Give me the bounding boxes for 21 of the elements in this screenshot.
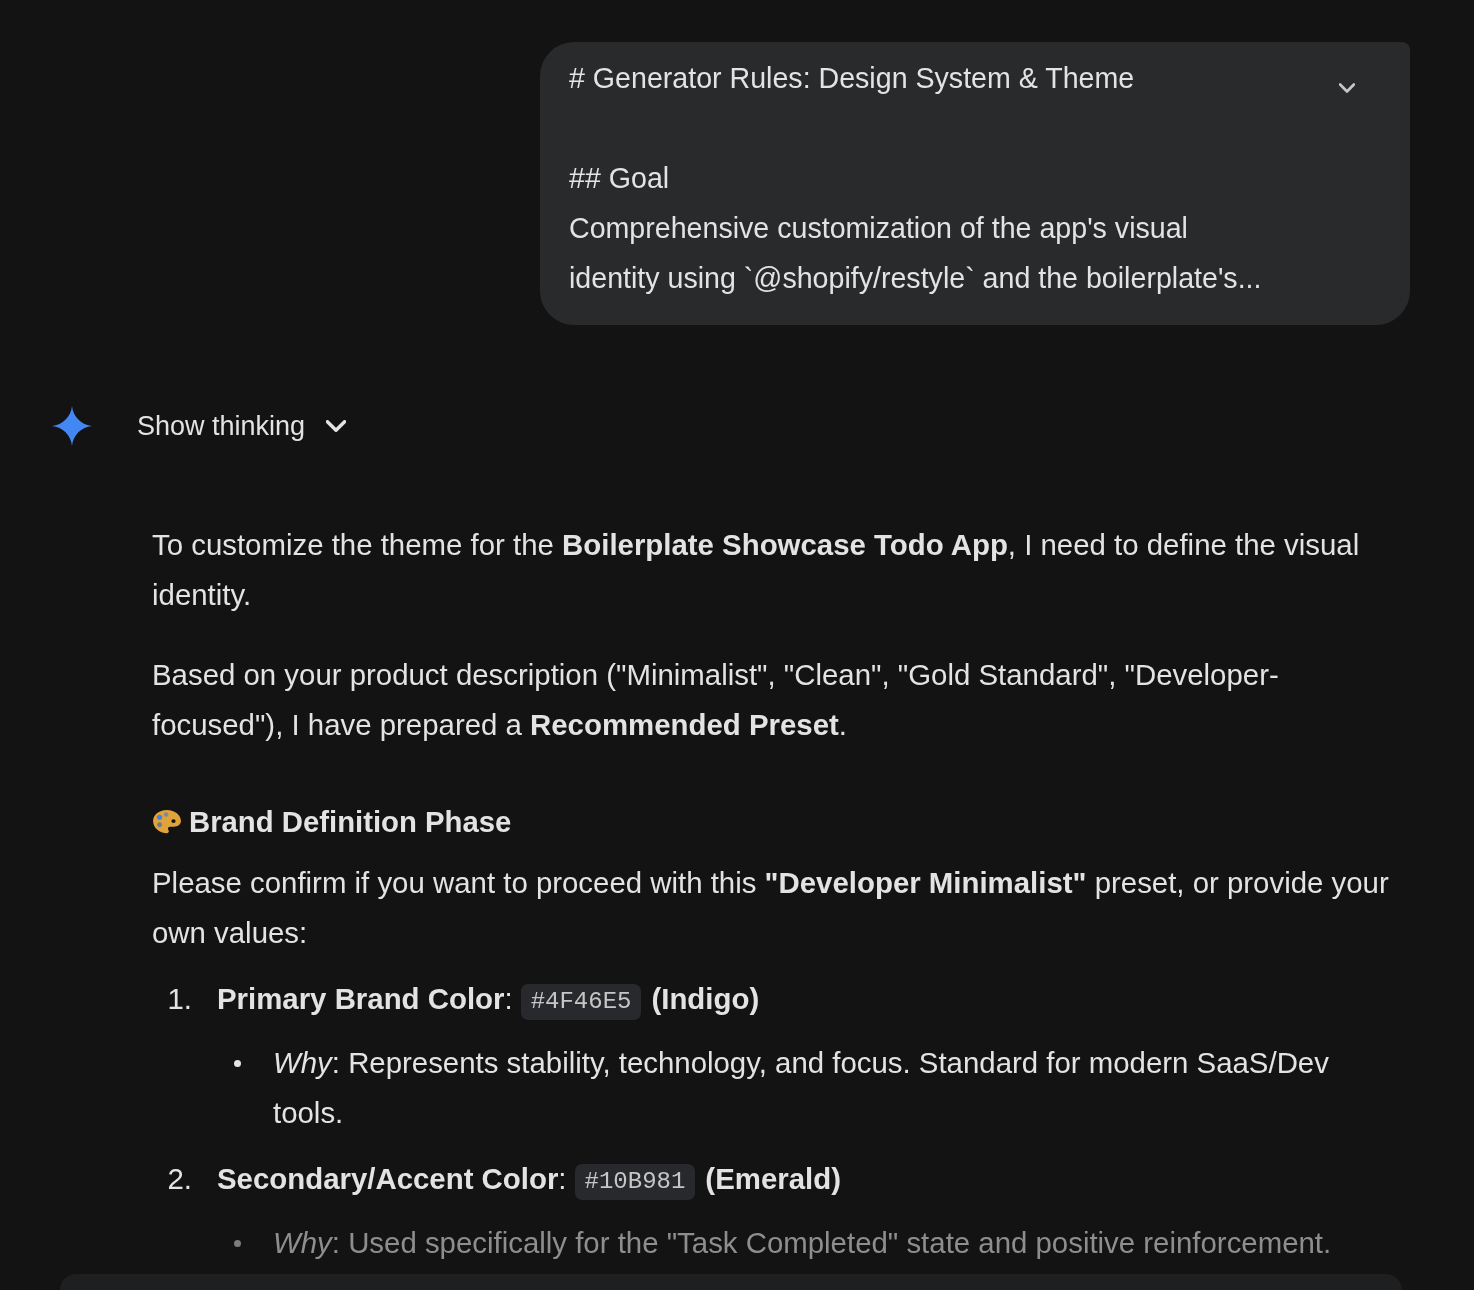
code-chip: #10B981 (574, 1164, 696, 1200)
item-note: (Emerald) (705, 1162, 841, 1195)
bullet-text: Why: Represents stability, technology, and focus. Standard for modern SaaS/Dev tools. (273, 1045, 1330, 1131)
sparkle-icon (52, 406, 92, 446)
message-text: ## Goal (569, 161, 670, 196)
list-number: 1. (167, 981, 192, 1017)
show-thinking-button[interactable]: Show thinking (125, 402, 359, 450)
paragraph: Based on your product description ("Minimalist", "Clean", "Gold Standard", "Developer-focused"), I have prepared a Recommended Preset. (152, 657, 1280, 743)
paragraph: To customize the theme for the Boilerplate Showcase Todo App, I need to define the visual identity. (152, 527, 1361, 613)
list-number: 2. (167, 1161, 192, 1197)
palette-icon (152, 809, 182, 835)
message-text: identity using `@shopify/restyle` and the boilerplate's... (569, 261, 1262, 296)
message-text: Comprehensive customization of the app's visual (569, 211, 1188, 246)
section-heading: Brand Definition Phase (189, 804, 512, 840)
bullet-text: Why: Used specifically for the "Task Completed" state and positive reinforcement. (273, 1225, 1333, 1261)
code-chip: #4F46E5 (520, 984, 642, 1020)
message-title: # Generator Rules: Design System & Theme (569, 61, 1135, 96)
paragraph: Please confirm if you want to proceed with this "Developer Minimalist" preset, or provide your own values: (152, 865, 1390, 951)
item-label: Secondary/Accent Color: (217, 1162, 567, 1195)
item-note: (Indigo) (651, 982, 760, 1015)
item-label: Primary Brand Color: (217, 982, 513, 1015)
